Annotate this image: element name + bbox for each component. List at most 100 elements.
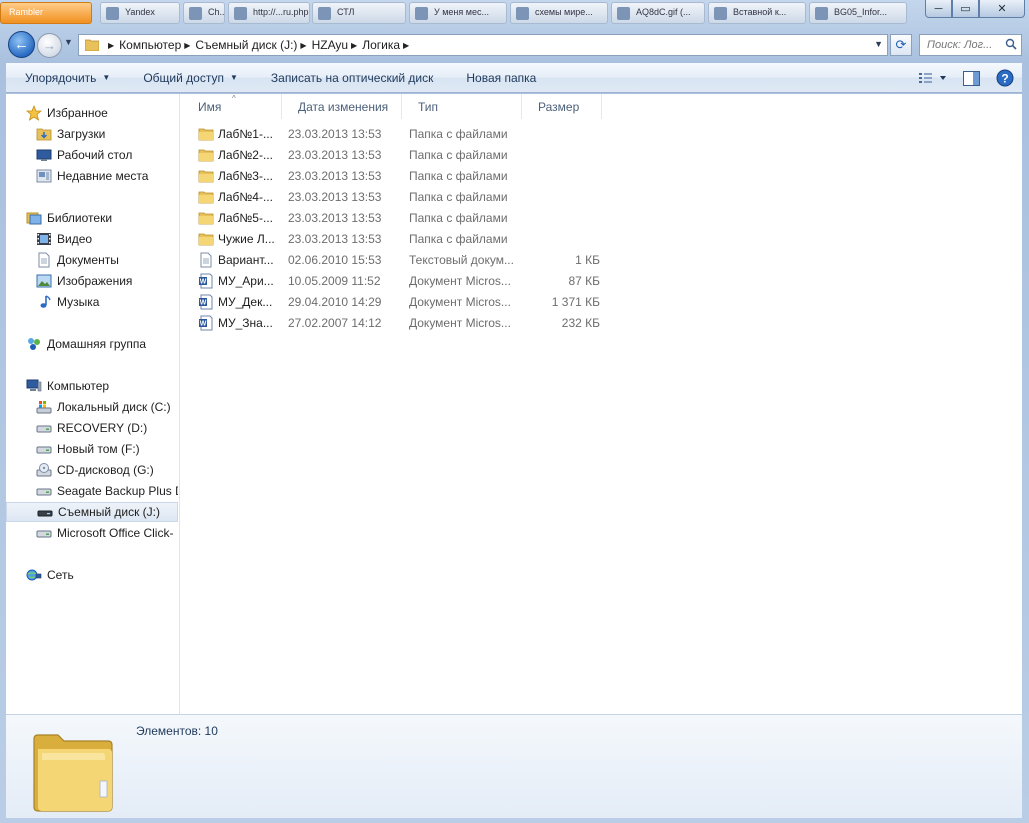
column-header-name[interactable]: Имя ^ xyxy=(182,94,282,119)
address-bar[interactable]: ▶ Компьютер ▶ Съемный диск (J:) ▶ HZAyu … xyxy=(78,34,888,56)
nav-drive-g[interactable]: CD-дисковод (G:) xyxy=(6,460,178,480)
search-input[interactable] xyxy=(927,39,1005,51)
nav-label: Новый том (F:) xyxy=(57,442,140,456)
nav-documents[interactable]: Документы xyxy=(6,250,178,270)
column-header-type[interactable]: Тип xyxy=(402,94,522,119)
navigation-bar: ← → ▼ ▶ Компьютер ▶ Съемный диск (J:) ▶ … xyxy=(6,30,1022,60)
background-tab[interactable]: У меня мес... xyxy=(409,2,507,24)
file-row[interactable]: Лаб№5-... 23.03.2013 13:53 Папка с файлами xyxy=(198,208,598,229)
share-button[interactable]: Общий доступ ▼ xyxy=(124,63,252,93)
nav-drive-c[interactable]: Локальный диск (C:) xyxy=(6,397,178,417)
column-header-size[interactable]: Размер xyxy=(522,94,602,119)
file-type: Папка с файлами xyxy=(409,190,508,204)
background-tab[interactable]: http://...ru.php xyxy=(228,2,310,24)
history-dropdown-icon[interactable]: ▼ xyxy=(64,37,73,47)
nav-music[interactable]: Музыка xyxy=(6,292,178,312)
column-header-date[interactable]: Дата изменения xyxy=(282,94,402,119)
background-tab[interactable]: Yandex xyxy=(100,2,180,24)
breadcrumb-computer[interactable]: Компьютер xyxy=(119,38,181,52)
maximize-button[interactable]: ▭ xyxy=(952,0,979,18)
chevron-down-icon: ▼ xyxy=(102,73,111,82)
svg-text:W: W xyxy=(200,279,207,286)
nav-drive-j[interactable]: Съемный диск (J:) xyxy=(6,502,178,522)
background-tab[interactable]: Вставной к... xyxy=(708,2,806,24)
breadcrumb-drive-j[interactable]: Съемный диск (J:) xyxy=(195,38,297,52)
nav-network[interactable]: Сеть xyxy=(6,565,178,585)
file-type: Текстовый докум... xyxy=(409,253,514,267)
background-tab[interactable]: Ch... xyxy=(183,2,225,24)
nav-drive-f[interactable]: Новый том (F:) xyxy=(6,439,178,459)
chevron-right-icon[interactable]: ▶ xyxy=(351,41,357,50)
chevron-down-icon[interactable]: ▼ xyxy=(874,39,883,49)
nav-libraries[interactable]: Библиотеки xyxy=(6,208,178,228)
search-icon[interactable] xyxy=(1005,38,1017,50)
nav-label: Недавние места xyxy=(57,169,149,183)
nav-favorites[interactable]: Избранное xyxy=(6,103,178,123)
chevron-right-icon[interactable]: ▶ xyxy=(108,41,114,50)
chevron-right-icon[interactable]: ▶ xyxy=(184,41,190,50)
nav-label: Съемный диск (J:) xyxy=(58,505,160,519)
nav-label: Microsoft Office Click- xyxy=(57,526,174,540)
nav-desktop[interactable]: Рабочий стол xyxy=(6,145,178,165)
nav-drive-seagate[interactable]: Seagate Backup Plus D xyxy=(6,481,178,501)
file-row[interactable]: Вариант... 02.06.2010 15:53 Текстовый доку… xyxy=(198,250,600,271)
nav-video[interactable]: Видео xyxy=(6,229,178,249)
forward-button[interactable]: → xyxy=(37,33,62,58)
file-date: 23.03.2013 13:53 xyxy=(288,232,382,246)
file-type: Папка с файлами xyxy=(409,169,508,183)
nav-drive-d[interactable]: RECOVERY (D:) xyxy=(6,418,178,438)
preview-pane-button[interactable] xyxy=(954,63,988,93)
burn-button[interactable]: Записать на оптический диск xyxy=(252,63,448,93)
nav-recent[interactable]: Недавние места xyxy=(6,166,178,186)
help-button[interactable]: ? xyxy=(988,63,1022,93)
downloads-folder-icon xyxy=(36,128,52,141)
chevron-down-icon: ▼ xyxy=(229,73,238,82)
background-tab[interactable]: AQ8dC.gif (... xyxy=(611,2,705,24)
back-button[interactable]: ← xyxy=(8,31,35,58)
file-row[interactable]: W МУ_Зна... 27.02.2007 14:12 Документ Micro… xyxy=(198,313,600,334)
nav-downloads[interactable]: Загрузки xyxy=(6,124,178,144)
nav-computer[interactable]: Компьютер xyxy=(6,376,178,396)
file-row[interactable]: Лаб№1-... 23.03.2013 13:53 Папка с файлами xyxy=(198,124,598,145)
file-date: 23.03.2013 13:53 xyxy=(288,211,382,225)
nav-homegroup[interactable]: Домашняя группа xyxy=(6,334,178,354)
organize-button[interactable]: Упорядочить ▼ xyxy=(6,63,124,93)
file-date: 27.02.2007 14:12 xyxy=(288,316,382,330)
preview-pane-icon xyxy=(962,70,980,86)
tab-label: http://...ru.php xyxy=(253,7,309,17)
view-controls: ? xyxy=(912,63,1022,93)
file-type: Папка с файлами xyxy=(409,148,508,162)
file-row[interactable]: W МУ_Дек... 29.04.2010 14:29 Документ Micro… xyxy=(198,292,600,313)
nav-drive-office[interactable]: Microsoft Office Click- xyxy=(6,523,178,543)
file-row[interactable]: Лаб№3-... 23.03.2013 13:53 Папка с файлами xyxy=(198,166,598,187)
background-tab[interactable]: схемы мире... xyxy=(510,2,608,24)
breadcrumb-logika[interactable]: Логика xyxy=(362,38,400,52)
background-tab[interactable]: СТЛ xyxy=(312,2,406,24)
column-label: Дата изменения xyxy=(298,99,389,114)
file-row[interactable]: W МУ_Ари... 10.05.2009 11:52 Документ Micro… xyxy=(198,271,600,292)
file-row[interactable]: Чужие Л... 23.03.2013 13:53 Папка с файлам… xyxy=(198,229,598,250)
nav-label: Музыка xyxy=(57,295,100,309)
drive-icon xyxy=(36,530,52,538)
nav-label: Видео xyxy=(57,232,93,246)
background-tab[interactable]: Rambler xyxy=(0,2,92,24)
breadcrumb-hzayu[interactable]: HZAyu xyxy=(312,38,348,52)
file-type: Папка с файлами xyxy=(409,211,508,225)
minimize-button[interactable]: ─ xyxy=(925,0,952,18)
drive-icon xyxy=(36,425,52,433)
file-row[interactable]: Лаб№2-... 23.03.2013 13:53 Папка с файлами xyxy=(198,145,598,166)
nav-label: Документы xyxy=(57,253,119,267)
nav-pictures[interactable]: Изображения xyxy=(6,271,178,291)
new-folder-button[interactable]: Новая папка xyxy=(447,63,550,93)
view-options-button[interactable] xyxy=(912,63,954,93)
background-tab[interactable]: BG05_Infor... xyxy=(809,2,907,24)
file-name: МУ_Зна... xyxy=(218,316,273,330)
chevron-right-icon[interactable]: ▶ xyxy=(403,41,409,50)
nav-label: Загрузки xyxy=(57,127,106,141)
file-row[interactable]: Лаб№4-... 23.03.2013 13:53 Папка с файлами xyxy=(198,187,598,208)
close-button[interactable]: ✕ xyxy=(979,0,1025,18)
sort-ascending-icon: ^ xyxy=(232,94,236,103)
chevron-right-icon[interactable]: ▶ xyxy=(300,41,306,50)
refresh-button[interactable]: ⟳ xyxy=(890,34,912,56)
file-name: Чужие Л... xyxy=(218,232,275,246)
